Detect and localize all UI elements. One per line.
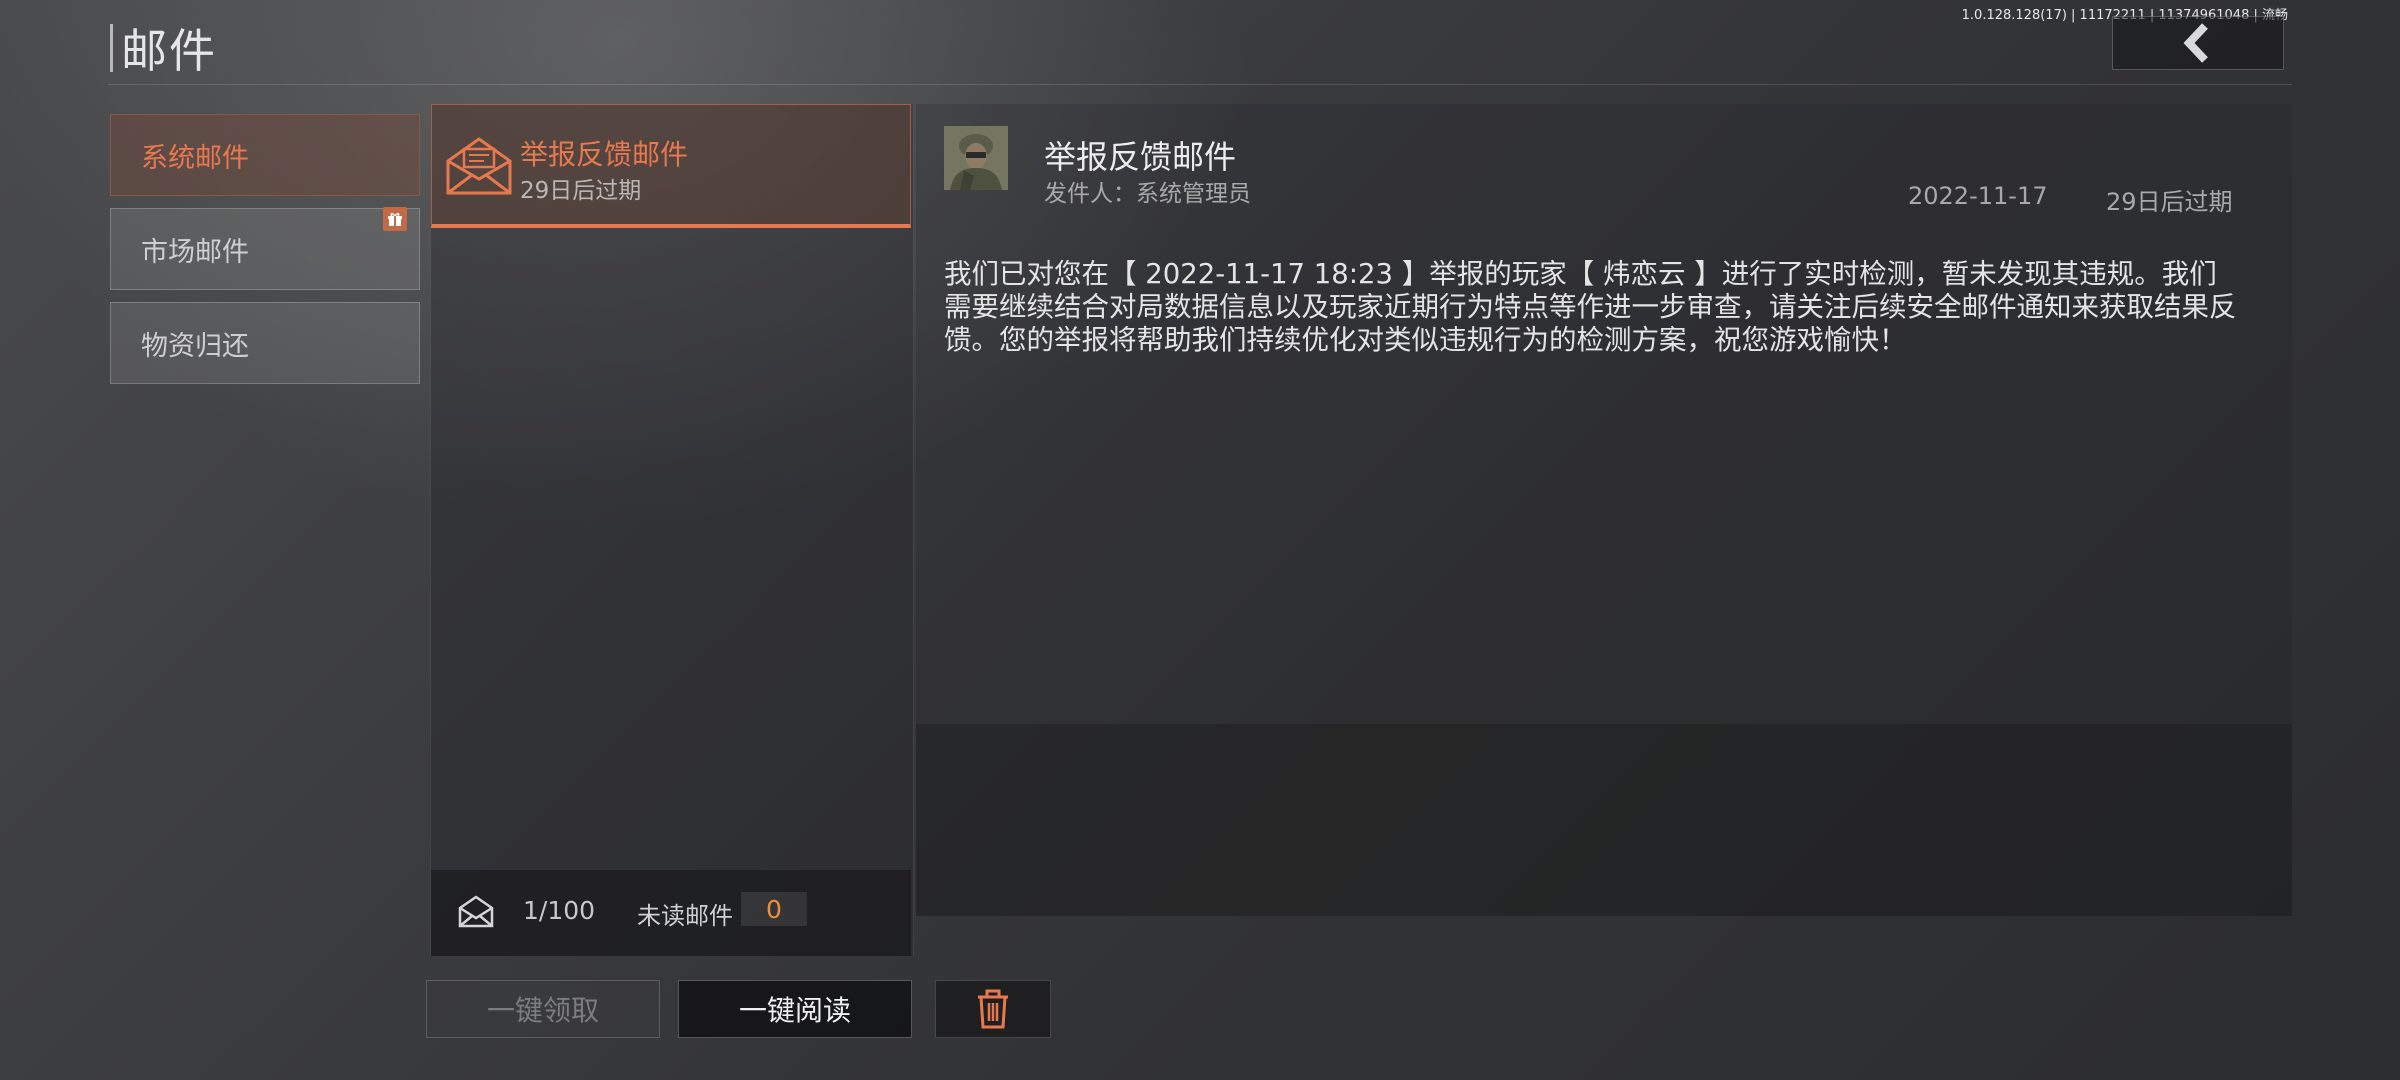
- category-label: 物资归还: [141, 330, 249, 362]
- mailbox-icon: [458, 895, 494, 928]
- detail-title: 举报反馈邮件: [1044, 138, 1237, 176]
- mail-count: 1/100: [523, 896, 596, 925]
- title-mark: [110, 24, 113, 72]
- detail-attachment-area: [916, 724, 2292, 916]
- read-all-button[interactable]: 一键阅读: [678, 980, 912, 1038]
- sender-name: 系统管理员: [1136, 181, 1251, 207]
- mail-detail-pane: 举报反馈邮件 发件人：系统管理员 2022-11-17 29日后过期 我们已对您…: [916, 104, 2292, 916]
- gift-icon: [383, 207, 407, 231]
- detail-date: 2022-11-17: [1908, 182, 2048, 210]
- mail-item-expire: 29日后过期: [520, 178, 642, 204]
- sender-avatar: [944, 126, 1008, 190]
- unread-label: 未读邮件: [637, 902, 733, 930]
- envelope-open-icon: [446, 137, 512, 195]
- mail-stats-bar: 1/100 未读邮件 0: [431, 870, 911, 956]
- unread-count: 0: [741, 892, 807, 926]
- detail-sender: 发件人：系统管理员: [1044, 174, 1251, 208]
- claim-all-label: 一键领取: [486, 994, 599, 1027]
- category-supply-return[interactable]: 物资归还: [110, 302, 420, 384]
- page-title-bar: 邮件: [110, 18, 217, 78]
- mail-item-title: 举报反馈邮件: [520, 138, 689, 171]
- category-label: 系统邮件: [141, 142, 249, 174]
- trash-icon: [978, 989, 1008, 1029]
- category-system-mail[interactable]: 系统邮件: [110, 114, 420, 196]
- page-title: 邮件: [121, 24, 217, 78]
- detail-expire: 29日后过期: [2106, 188, 2233, 216]
- delete-button[interactable]: [935, 980, 1051, 1038]
- detail-body: 我们已对您在【 2022-11-17 18:23 】举报的玩家【 炜恋云 】进行…: [944, 258, 2237, 356]
- category-market-mail[interactable]: 市场邮件: [110, 207, 420, 290]
- chevron-left-icon: [2183, 23, 2208, 63]
- mail-list-item[interactable]: 举报反馈邮件 29日后过期: [431, 104, 911, 228]
- back-button[interactable]: [2112, 16, 2284, 70]
- mail-list: 举报反馈邮件 29日后过期 1/100 未读邮件 0: [430, 104, 914, 956]
- read-all-label: 一键阅读: [738, 994, 851, 1027]
- claim-all-button[interactable]: 一键领取: [426, 980, 660, 1038]
- header-divider: [108, 84, 2292, 85]
- sender-label: 发件人：: [1044, 181, 1136, 207]
- category-label: 市场邮件: [141, 236, 249, 268]
